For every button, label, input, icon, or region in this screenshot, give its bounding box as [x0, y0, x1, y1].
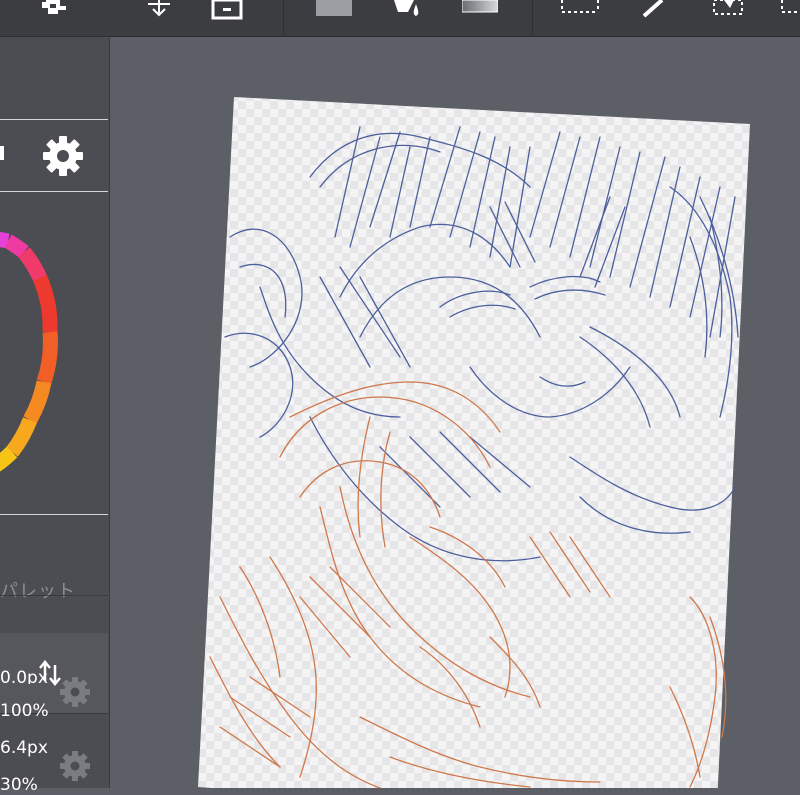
- stabilizer-strength-value[interactable]: 30%: [0, 775, 38, 795]
- transform-tool-icon[interactable]: [38, 0, 68, 22]
- rect-select-icon[interactable]: [560, 0, 600, 20]
- canvas-area[interactable]: [110, 37, 800, 788]
- palette-label[interactable]: パレット: [0, 577, 100, 603]
- top-toolbar: [0, 0, 800, 37]
- panel-header-empty: [0, 37, 108, 120]
- color-wheel[interactable]: [0, 192, 108, 515]
- color-panel-header: [0, 120, 108, 192]
- select-transform-icon[interactable]: [712, 0, 746, 22]
- gear-icon[interactable]: [42, 135, 84, 181]
- bucket-tool-icon[interactable]: [390, 0, 430, 24]
- gradient-tool-icon[interactable]: [461, 0, 499, 20]
- panel-tab-edge: [0, 146, 4, 160]
- stabilizer-gear-icon[interactable]: [58, 749, 92, 787]
- brush-size-gear-icon[interactable]: [58, 675, 92, 713]
- left-panel: パレット 0.0px 100% 6.4px 30%: [0, 37, 110, 795]
- lasso-select-icon[interactable]: [780, 0, 800, 22]
- brush-size-value[interactable]: 0.0px: [0, 664, 52, 684]
- move-tool-icon[interactable]: [144, 0, 174, 22]
- stabilizer-value[interactable]: 6.4px: [0, 738, 48, 758]
- fill-color-icon[interactable]: [316, 0, 352, 20]
- brush-opacity-value[interactable]: 100%: [0, 701, 49, 721]
- layer-tool-icon[interactable]: [210, 0, 244, 24]
- pen-tool-icon[interactable]: [640, 0, 670, 24]
